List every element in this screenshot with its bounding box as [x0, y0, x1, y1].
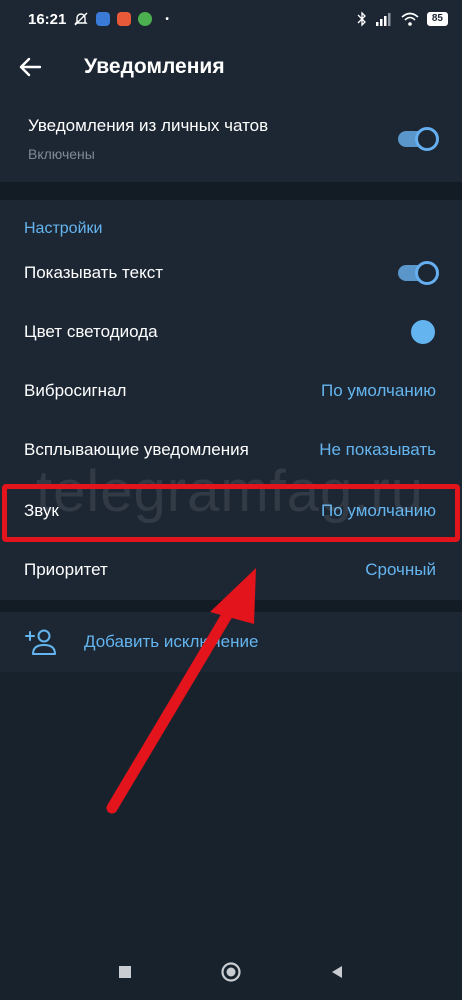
- setting-label: Вибросигнал: [24, 380, 127, 400]
- wifi-icon: [401, 12, 419, 26]
- triangle-back-icon: [332, 966, 342, 978]
- setting-value: Срочный: [365, 559, 436, 579]
- setting-led-color[interactable]: Цвет светодиода: [0, 302, 462, 361]
- setting-value: По умолчанию: [321, 500, 436, 520]
- square-icon: [119, 966, 131, 978]
- private-chats-toggle[interactable]: [398, 127, 439, 151]
- setting-label: Цвет светодиода: [24, 321, 158, 341]
- battery-level: 85: [431, 13, 443, 24]
- add-user-icon: [25, 629, 56, 655]
- setting-label: Приоритет: [24, 559, 108, 579]
- navigation-bar: [0, 944, 462, 1000]
- add-exception-label: Добавить исключение: [84, 632, 259, 651]
- show-text-toggle[interactable]: [398, 260, 439, 285]
- toggle-knob: [415, 127, 439, 151]
- page-title: Уведомления: [84, 55, 225, 78]
- status-time: 16:21: [28, 10, 67, 28]
- settings-section: Настройки Показывать текст Цвет светодио…: [0, 200, 462, 600]
- setting-value: Не показывать: [319, 439, 436, 459]
- setting-value: По умолчанию: [321, 380, 436, 400]
- battery-icon: 85: [426, 12, 448, 26]
- settings-header: Настройки: [24, 220, 103, 237]
- setting-sound[interactable]: Звук По умолчанию: [0, 481, 462, 540]
- bluetooth-icon: [357, 11, 366, 27]
- setting-label: Показывать текст: [24, 262, 164, 282]
- led-color-swatch[interactable]: [411, 319, 435, 344]
- whatsapp-icon: [138, 12, 153, 26]
- back-button[interactable]: [0, 38, 60, 96]
- setting-priority[interactable]: Приоритет Срочный: [0, 540, 462, 599]
- app-icon: [96, 12, 111, 26]
- setting-vibration[interactable]: Вибросигнал По умолчанию: [0, 361, 462, 420]
- toolbar: Уведомления: [0, 38, 462, 96]
- status-bar: 16:21 • 85: [0, 0, 462, 38]
- notification-dot-icon: •: [165, 13, 169, 25]
- private-chats-status: Включены: [28, 146, 95, 162]
- setting-show-text[interactable]: Показывать текст: [0, 243, 462, 302]
- setting-label: Звук: [24, 500, 59, 520]
- setting-label: Всплывающие уведомления: [24, 439, 249, 459]
- recents-button[interactable]: [112, 959, 138, 985]
- bell-off-icon: [74, 12, 89, 26]
- add-exception-row[interactable]: Добавить исключение: [0, 612, 462, 672]
- app-icon: [117, 12, 132, 26]
- divider: [0, 600, 462, 612]
- setting-popup[interactable]: Всплывающие уведомления Не показывать: [0, 420, 462, 479]
- signal-icon: [375, 13, 391, 26]
- toggle-knob: [415, 260, 439, 285]
- home-button[interactable]: [218, 959, 244, 985]
- private-chats-row[interactable]: Уведомления из личных чатов Включены: [0, 96, 462, 182]
- divider: [0, 182, 462, 200]
- arrow-left-icon: [19, 57, 41, 77]
- circle-icon: [221, 962, 241, 982]
- private-chats-title: Уведомления из личных чатов: [28, 116, 269, 135]
- back-nav-button[interactable]: [324, 959, 350, 985]
